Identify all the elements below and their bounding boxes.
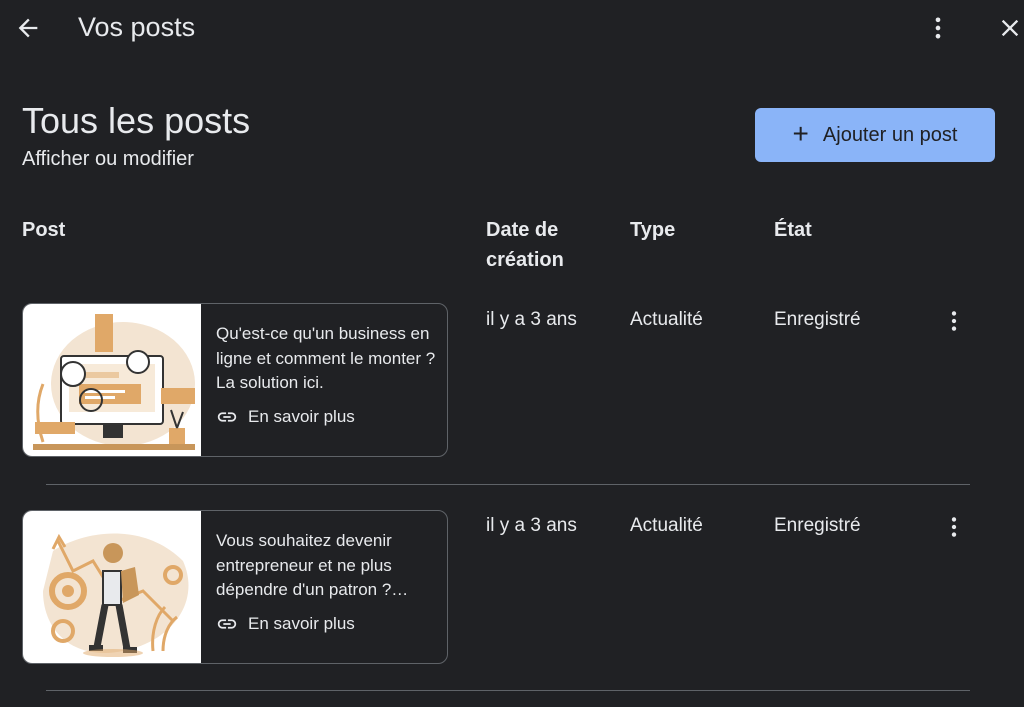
more-vert-icon	[951, 311, 957, 331]
learn-more-link[interactable]: En savoir plus	[216, 613, 355, 635]
link-icon	[217, 412, 237, 422]
post-type: Actualité	[630, 309, 703, 330]
back-button[interactable]	[8, 8, 48, 48]
post-illustration-entrepreneur	[23, 511, 201, 663]
learn-more-label: En savoir plus	[248, 407, 355, 426]
learn-more-label: En savoir plus	[248, 614, 355, 633]
post-card[interactable]: Qu'est-ce qu'un business en ligne et com…	[22, 303, 448, 457]
post-state: Enregistré	[774, 309, 861, 330]
post-date: il y a 3 ans	[486, 515, 577, 536]
row-more-button[interactable]	[934, 301, 974, 341]
post-illustration-business	[23, 304, 201, 456]
arrow-left-icon	[18, 18, 38, 38]
row-divider	[46, 690, 970, 691]
post-type: Actualité	[630, 515, 703, 536]
row-divider	[46, 484, 970, 485]
post-date: il y a 3 ans	[486, 309, 577, 330]
more-options-button[interactable]	[918, 8, 958, 48]
page-title: Tous les posts	[22, 100, 251, 141]
column-header-state: État	[774, 219, 812, 241]
column-header-date: Date de création	[486, 219, 564, 271]
add-post-button[interactable]: + Ajouter un post	[755, 108, 995, 162]
row-more-button[interactable]	[934, 507, 974, 547]
more-vert-icon	[951, 517, 957, 537]
add-post-label: Ajouter un post	[822, 123, 958, 146]
column-header-post: Post	[22, 219, 66, 241]
top-bar: Vos posts	[0, 0, 1024, 60]
post-card[interactable]: Vous souhaitez devenir entrepreneur et n…	[22, 510, 448, 664]
post-text: Vous souhaitez devenir entrepreneur et n…	[216, 531, 409, 599]
link-icon	[217, 619, 237, 629]
post-text: Qu'est-ce qu'un business en ligne et com…	[216, 324, 436, 392]
more-vert-icon	[935, 17, 941, 39]
plus-icon: +	[792, 117, 809, 149]
post-state: Enregistré	[774, 515, 861, 536]
column-header-type: Type	[630, 219, 676, 241]
page-subtitle: Afficher ou modifier	[22, 148, 194, 170]
window-title: Vos posts	[78, 12, 196, 42]
learn-more-link[interactable]: En savoir plus	[216, 406, 355, 428]
close-button[interactable]	[990, 8, 1024, 48]
close-icon	[1001, 19, 1019, 37]
